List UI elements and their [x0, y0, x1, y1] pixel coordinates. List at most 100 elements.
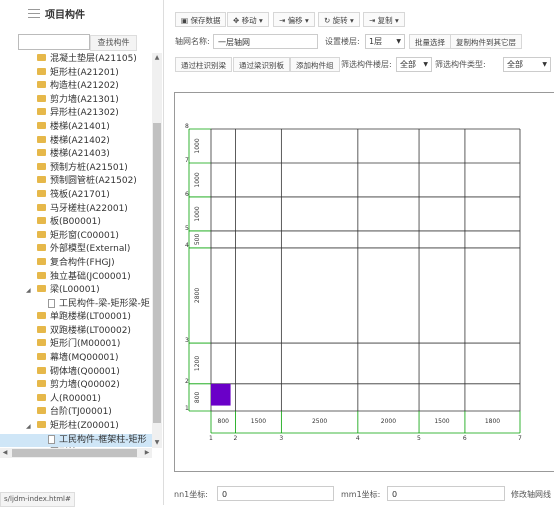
tree-folder-item[interactable]: 台阶(TJ00001): [0, 406, 152, 420]
file-icon: [48, 298, 55, 308]
tree-folder-item[interactable]: 筏板(A21701): [0, 189, 152, 203]
copy-to-floor-button[interactable]: 复制构件到其它层: [450, 34, 522, 49]
axis-grid-canvas[interactable]: 1 2 3 4 5 6 7 8 1 2 3 4 5 6 7 800 1200 2800 500 1000 1000 100…: [174, 92, 554, 472]
chevron-down-icon: ▼: [423, 61, 428, 68]
tree-folder-item[interactable]: 马牙槎柱(A22001): [0, 203, 152, 217]
tree-folder-item[interactable]: 矩形柱(A21201): [0, 67, 152, 81]
tree-item-label: 剪力墙(Q00002): [50, 380, 120, 391]
axis-name-input[interactable]: 一层轴网: [213, 34, 318, 49]
search-input[interactable]: [18, 34, 90, 50]
tree-folder-item[interactable]: 构造柱(A21202): [0, 80, 152, 94]
add-group-button[interactable]: 添加构件组: [290, 57, 340, 72]
tree-folder-item[interactable]: 剪力墙(A21301): [0, 94, 152, 108]
spacing-label: 1000: [194, 172, 201, 187]
spacing-label: 2000: [381, 418, 396, 425]
batch-select-button[interactable]: 批量选择: [409, 34, 451, 49]
rotate-button[interactable]: ↻ 旋转 ▾: [318, 12, 360, 27]
tree-folder-item[interactable]: 楼梯(A21402): [0, 135, 152, 149]
search-button[interactable]: 查找构件: [90, 35, 137, 51]
folder-icon: [37, 54, 46, 61]
tree-folder-item[interactable]: 人(R00001): [0, 393, 152, 407]
folder-icon: [37, 244, 46, 252]
tree-folder-item[interactable]: 外部模型(External): [0, 243, 152, 257]
identify-beam-button[interactable]: 通过柱识别梁: [175, 57, 232, 72]
expand-arrow-icon[interactable]: ◢: [26, 420, 31, 434]
tree-folder-item[interactable]: 板(B00001): [0, 216, 152, 230]
editor-area: ▣ 保存数据 ✥ 移动 ▾ ⇥ 偏移 ▾ ↻ 旋转 ▾ ⇥ 复制 ▾ 轴网名称:…: [165, 0, 554, 505]
axis-label: 4: [356, 435, 360, 442]
spacing-label: 2800: [194, 288, 201, 303]
tree-folder-item[interactable]: 双跑楼梯(LT00002): [0, 325, 152, 339]
folder-icon: [37, 393, 46, 401]
floor-label: 设置楼层:: [325, 37, 360, 46]
tree-item-label: 台阶(TJ00001): [50, 407, 112, 418]
folder-icon: [37, 285, 46, 293]
tree-folder-item[interactable]: 楼梯(A21403): [0, 148, 152, 162]
type-filter-label: 筛选构件类型:: [435, 60, 486, 69]
tree-folder-item[interactable]: 幕墙(MQ00001): [0, 352, 152, 366]
scroll-down-icon[interactable]: ▼: [152, 438, 162, 448]
tree-item-label: 楼梯(A21403): [50, 149, 110, 160]
tree-item-label: 单跑楼梯(LT00001): [50, 312, 131, 323]
floor-select[interactable]: 1层 ▼: [365, 34, 405, 49]
folder-icon: [37, 407, 46, 415]
tree-folder-item[interactable]: 矩形窗(C00001): [0, 230, 152, 244]
tree-horizontal-scrollbar[interactable]: ◀ ▶: [0, 448, 152, 458]
save-button[interactable]: ▣ 保存数据: [175, 12, 227, 27]
tree-folder-item[interactable]: 砌体墙(Q00001): [0, 366, 152, 380]
move-button[interactable]: ✥ 移动 ▾: [227, 12, 269, 27]
tree-folder-item[interactable]: 楼梯(A21401): [0, 121, 152, 135]
tree-item-label: 独立基础(JC00001): [50, 271, 131, 282]
folder-icon: [37, 162, 46, 170]
tree-folder-item[interactable]: 预制圆管桩(A21502): [0, 175, 152, 189]
spacing-label: 500: [194, 234, 201, 246]
spacing-label: 800: [218, 418, 230, 425]
tree-vertical-scrollbar[interactable]: ▲ ▼: [152, 53, 162, 448]
panel-title: 项目构件: [45, 9, 85, 21]
mm1-input[interactable]: 0: [387, 486, 505, 501]
tree-folder-item[interactable]: ◢ 梁(L00001): [0, 284, 152, 298]
axis-label: 1: [185, 405, 189, 412]
tree-folder-item[interactable]: 预制方桩(A21501): [0, 162, 152, 176]
folder-icon: [37, 94, 46, 102]
list-icon: [28, 8, 40, 18]
spacing-label: 1500: [251, 418, 266, 425]
scrollbar-thumb[interactable]: [153, 123, 161, 423]
expand-arrow-icon[interactable]: ◢: [26, 284, 31, 298]
tree-folder-item[interactable]: 剪力墙(Q00002): [0, 379, 152, 393]
spacing-label: 1500: [434, 418, 449, 425]
tree-leaf-item[interactable]: 工民构件-梁-矩形梁-矩: [0, 298, 152, 312]
type-filter-select[interactable]: 全部 ▼: [503, 57, 551, 72]
chevron-down-icon: ▼: [396, 38, 401, 45]
folder-icon: [37, 149, 46, 157]
copy-button[interactable]: ⇥ 复制 ▾: [363, 12, 405, 27]
folder-icon: [37, 67, 46, 75]
floor-filter-select[interactable]: 全部 ▼: [396, 57, 432, 72]
nn1-input[interactable]: 0: [217, 486, 334, 501]
modify-axis-label[interactable]: 修改轴网线: [511, 487, 551, 502]
folder-icon: [37, 325, 46, 333]
scrollbar-thumb[interactable]: [12, 449, 137, 457]
tree-folder-item[interactable]: 矩形门(M00001): [0, 338, 152, 352]
scroll-right-icon[interactable]: ▶: [142, 448, 152, 458]
tree-item-label: 人(R00001): [50, 393, 101, 404]
tree-folder-item[interactable]: 复合构件(FHGJ): [0, 257, 152, 271]
tree-leaf-item[interactable]: 工民构件-框架柱-矩形: [0, 433, 152, 448]
scroll-left-icon[interactable]: ◀: [0, 448, 10, 458]
scroll-up-icon[interactable]: ▲: [152, 53, 162, 63]
tree-folder-item[interactable]: ◢ 矩形柱(Z00001): [0, 420, 152, 434]
tree-folder-item[interactable]: 混凝土垫层(A21105): [0, 53, 152, 67]
tree-item-label: 剪力墙(A21301): [50, 94, 119, 105]
tree-item-label: 筏板(A21701): [50, 189, 110, 200]
tree-folder-item[interactable]: 单跑楼梯(LT00001): [0, 311, 152, 325]
axis-label: 5: [185, 225, 189, 232]
tree-folder-item[interactable]: 异形柱(A21302): [0, 107, 152, 121]
floor-filter-label: 筛选构件楼层:: [341, 60, 392, 69]
identify-slab-button[interactable]: 通过梁识别板: [233, 57, 290, 72]
tree-item-label: 混凝土垫层(A21105): [50, 54, 137, 64]
tree-item-label: 预制圆管桩(A21502): [50, 176, 137, 187]
offset-button[interactable]: ⇥ 偏移 ▾: [273, 12, 315, 27]
chevron-down-icon: ▾: [392, 16, 399, 25]
folder-icon: [37, 203, 46, 211]
tree-folder-item[interactable]: 独立基础(JC00001): [0, 271, 152, 285]
